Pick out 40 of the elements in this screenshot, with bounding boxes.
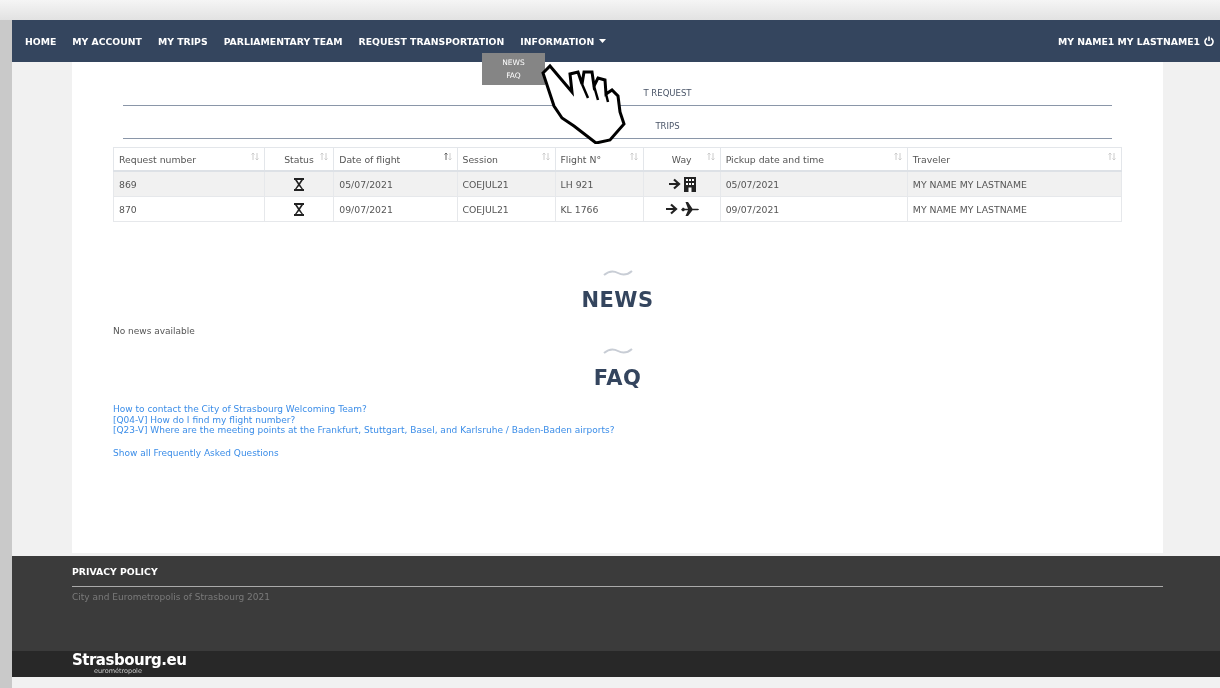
- airplane-icon: [680, 202, 699, 216]
- faq-link[interactable]: [Q23-V] Where are the meeting points at the Frankfurt, Stuttgart, Basel, and Karlsruhe / Baden-Baden airports?: [113, 425, 615, 436]
- nav-link[interactable]: REQUEST TRANSPORTATION: [358, 35, 505, 47]
- nav-link[interactable]: MY ACCOUNT: [72, 35, 142, 47]
- arrow-icon: [664, 203, 678, 215]
- section-title: TRIPS: [654, 121, 680, 131]
- table-cell: 05/07/2021: [720, 171, 908, 197]
- power-icon[interactable]: [1204, 36, 1214, 46]
- building-icon: [683, 176, 696, 192]
- table-cell: COEJUL21: [457, 171, 555, 197]
- nav-link[interactable]: INFORMATION: [520, 35, 607, 47]
- table-cell: 869: [113, 171, 265, 197]
- empty-message: No news available: [113, 326, 196, 336]
- table-cell: 05/07/2021: [333, 171, 457, 197]
- faq-link[interactable]: [Q04-V] How do I find my flight number?: [113, 414, 296, 425]
- hourglass-icon: [293, 177, 304, 191]
- faq-link[interactable]: How to contact the City of Strasbourg Welcoming Team?: [113, 404, 367, 415]
- table-cell: 09/07/2021: [720, 196, 908, 222]
- table-cell: 09/07/2021: [333, 196, 457, 222]
- table-cell: COEJUL21: [457, 196, 555, 222]
- show-all-link[interactable]: Show all Frequently Asked Questions: [113, 447, 279, 458]
- caret-icon: [599, 39, 607, 43]
- table-cell: MY NAME MY LASTNAME: [907, 171, 1122, 197]
- section-heading: FAQ: [593, 366, 642, 390]
- section-heading: NEWS: [581, 288, 654, 312]
- nav-link[interactable]: MY TRIPS: [157, 35, 208, 47]
- table-cell: MY NAME MY LASTNAME: [907, 196, 1122, 222]
- table-cell: 870: [113, 196, 265, 222]
- table-cell: KL 1766: [555, 196, 644, 222]
- privacy-policy-link[interactable]: PRIVACY POLICY: [72, 566, 158, 577]
- arrow-icon: [667, 178, 681, 190]
- nav-link[interactable]: HOME: [25, 35, 57, 47]
- nav-link[interactable]: PARLIAMENTARY TEAM: [223, 35, 343, 47]
- user-link[interactable]: MY NAME1 MY LASTNAME1: [1058, 35, 1200, 47]
- logo-text: Strasbourg.eu: [72, 653, 187, 669]
- wave-icon: [602, 348, 633, 354]
- hourglass-icon: [293, 202, 304, 216]
- section-title: T REQUEST: [642, 88, 692, 98]
- table-cell: LH 921: [555, 171, 644, 197]
- wave-icon: [602, 270, 633, 276]
